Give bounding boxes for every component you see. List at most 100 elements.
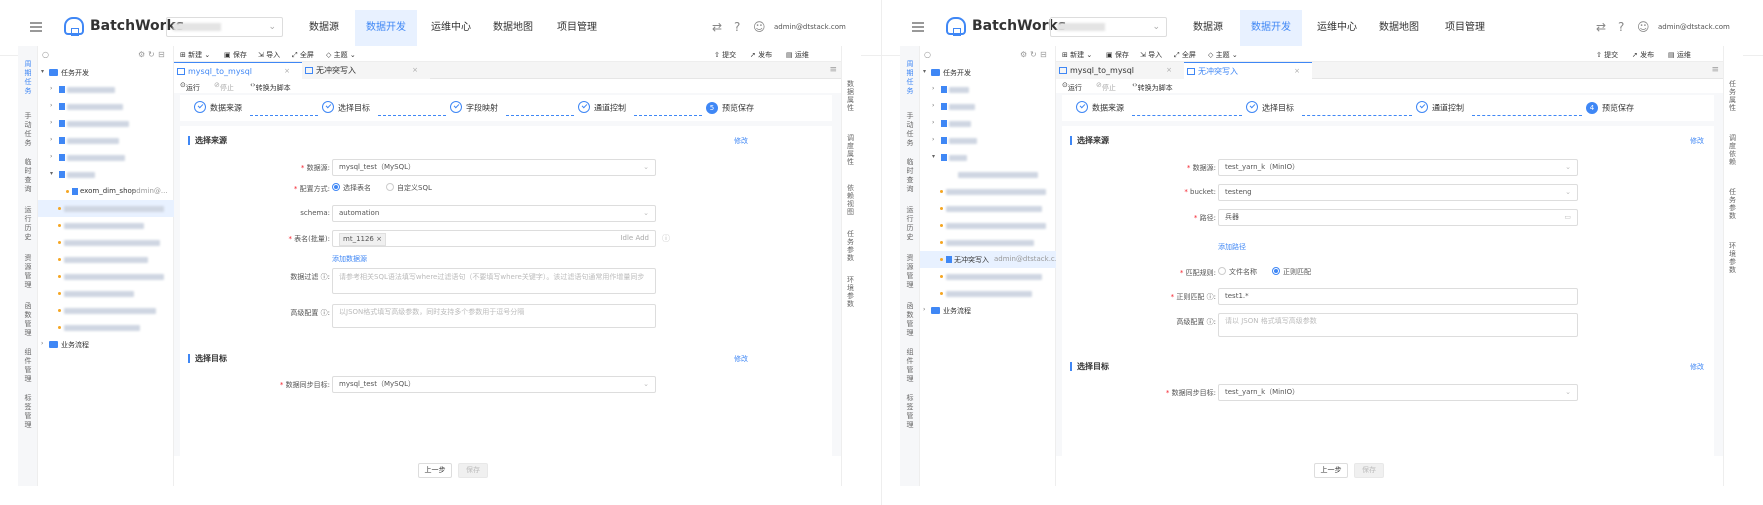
tree-leaf[interactable] <box>38 319 174 336</box>
tree-biz[interactable]: › 业务流程 <box>38 336 174 353</box>
sidebar-item-function[interactable]: 函数管理 <box>22 302 34 338</box>
tree-leaf[interactable] <box>920 268 1056 285</box>
tree-root[interactable]: ▾ 任务开发 <box>38 64 174 81</box>
datasource-select[interactable]: mysql_test（MySQL） ⌄ <box>332 159 656 176</box>
tab-menu-icon[interactable]: ≡ <box>829 65 837 75</box>
tree-leaf[interactable] <box>920 183 1056 200</box>
close-icon[interactable]: × <box>1166 62 1172 79</box>
ops-button[interactable]: ▤ 运维 <box>786 50 809 60</box>
table-multiselect[interactable]: mt_1126 × Idle Add <box>332 230 656 247</box>
sidebar-item-history[interactable]: 运行历史 <box>904 206 916 242</box>
tab-conflict-free-write[interactable]: 无冲突写入 × <box>302 62 430 79</box>
panel-data-props[interactable]: 数据属性 <box>847 80 857 112</box>
add-path-link[interactable]: 添加路径 <box>1218 242 1246 252</box>
tree-item[interactable]: › <box>920 81 1056 98</box>
sidebar-item-manual[interactable]: 手动任务 <box>22 112 34 148</box>
fullscreen-button[interactable]: ⤢ 全屏 <box>1174 50 1196 60</box>
panel-task-params[interactable]: 任务参数 <box>1729 188 1739 220</box>
tree-item[interactable]: › <box>920 98 1056 115</box>
sidebar-item-periodic[interactable]: 周期任务 <box>22 60 34 96</box>
tree-leaf[interactable] <box>38 302 174 319</box>
bucket-select[interactable]: testeng ⌄ <box>1218 184 1578 201</box>
nav-project-mgmt[interactable]: 项目管理 <box>1434 10 1496 46</box>
tab-mysql-to-mysql[interactable]: mysql_to_mysql × <box>1056 62 1184 79</box>
step-5[interactable]: 5 预览保存 <box>706 102 754 114</box>
stop-button[interactable]: ⊘ 停止 <box>1096 81 1116 92</box>
tree-leaf[interactable] <box>38 234 174 251</box>
edit-source-link[interactable]: 修改 <box>1690 136 1704 146</box>
filter-textarea[interactable]: 请参考相关SQL语法填写where过滤语句（不要填写where关键字）。该过滤语… <box>332 268 656 294</box>
convert-script-button[interactable]: ‹› 转换为脚本 <box>1132 81 1173 92</box>
add-datasource-link[interactable]: 添加数据源 <box>332 254 367 264</box>
close-icon[interactable]: × <box>284 63 290 80</box>
collapse-icon[interactable]: ⊟ <box>1040 50 1047 59</box>
user-account[interactable]: admin@dtstack.com <box>774 23 846 31</box>
tab-mysql-to-mysql[interactable]: mysql_to_mysql × <box>174 62 302 79</box>
sidebar-item-tag[interactable]: 标签管理 <box>904 394 916 430</box>
sidebar-item-query[interactable]: 临时查询 <box>22 158 34 194</box>
panel-env-params[interactable]: 环境参数 <box>847 276 857 308</box>
sidebar-item-periodic[interactable]: 周期任务 <box>904 60 916 96</box>
message-icon[interactable]: ☺ <box>753 20 766 34</box>
target-select[interactable]: mysql_test（MySQL） ⌄ <box>332 376 656 393</box>
tab-conflict-free-write[interactable]: 无冲突写入 × <box>1184 62 1312 79</box>
step-1[interactable]: 数据来源 <box>1076 101 1124 114</box>
save-button[interactable]: ▣ 保存 <box>224 50 247 60</box>
sidebar-item-function[interactable]: 函数管理 <box>904 302 916 338</box>
nav-data-map[interactable]: 数据地图 <box>482 10 544 46</box>
prev-button[interactable]: 上一步 <box>418 463 452 478</box>
sidebar-item-history[interactable]: 运行历史 <box>22 206 34 242</box>
language-icon[interactable]: ⇄ <box>1596 20 1606 34</box>
close-icon[interactable]: × <box>412 62 418 79</box>
tree-item[interactable]: › <box>920 132 1056 149</box>
panel-schedule-deps[interactable]: 调度依赖 <box>1729 134 1739 166</box>
collapse-icon[interactable]: ⊟ <box>158 50 165 59</box>
nav-project-mgmt[interactable]: 项目管理 <box>546 10 608 46</box>
advanced-textarea[interactable]: 以JSON格式填写高级参数，同时支持多个参数用于逗号分隔 <box>332 304 656 328</box>
tree-item[interactable]: › <box>38 149 174 166</box>
tree-leaf[interactable] <box>38 200 174 217</box>
tree-item[interactable]: › <box>38 132 174 149</box>
refresh-icon[interactable]: ↻ <box>1030 50 1037 59</box>
stop-button[interactable]: ⊘ 停止 <box>214 81 234 92</box>
language-icon[interactable]: ⇄ <box>712 20 722 34</box>
edit-target-link[interactable]: 修改 <box>734 354 748 364</box>
tree-leaf[interactable] <box>920 200 1056 217</box>
tree-root[interactable]: ▾ 任务开发 <box>920 64 1056 81</box>
sidebar-item-resource[interactable]: 资源管理 <box>904 254 916 290</box>
help-icon[interactable]: ? <box>734 20 740 34</box>
settings-icon[interactable]: ⚙ <box>1020 50 1027 59</box>
tree-item[interactable]: › <box>38 81 174 98</box>
step-1[interactable]: 数据来源 <box>194 101 242 114</box>
panel-task-params[interactable]: 任务参数 <box>847 230 857 262</box>
tree-leaf[interactable]: exom_dim_shop admin@... <box>38 183 174 200</box>
import-button[interactable]: ⇲ 导入 <box>258 50 280 60</box>
close-icon[interactable]: × <box>1294 63 1300 80</box>
step-4[interactable]: 4 预览保存 <box>1586 102 1634 114</box>
datasource-select[interactable]: test_yarn_k（MinIO） ⌄ <box>1218 159 1578 176</box>
save-button[interactable]: ▣ 保存 <box>1106 50 1129 60</box>
edit-target-link[interactable]: 修改 <box>1690 362 1704 372</box>
step-2[interactable]: 选择目标 <box>322 101 370 114</box>
tree-leaf[interactable] <box>38 217 174 234</box>
import-button[interactable]: ⇲ 导入 <box>1140 50 1162 60</box>
tree-item[interactable]: › <box>920 115 1056 132</box>
tree-item[interactable]: ▾ <box>920 149 1056 166</box>
nav-ops-center[interactable]: 运维中心 <box>1306 10 1368 46</box>
settings-icon[interactable]: ⚙ <box>138 50 145 59</box>
step-2[interactable]: 选择目标 <box>1246 101 1294 114</box>
ops-button[interactable]: ▤ 运维 <box>1668 50 1691 60</box>
help-icon[interactable]: ? <box>1618 20 1624 34</box>
theme-button[interactable]: ◇ 主题 ⌄ <box>1208 50 1238 60</box>
advanced-textarea[interactable]: 请以 JSON 格式填写高级参数 <box>1218 313 1578 337</box>
edit-source-link[interactable]: 修改 <box>734 136 748 146</box>
tree-leaf[interactable] <box>38 285 174 302</box>
sidebar-item-component[interactable]: 组件管理 <box>22 348 34 384</box>
next-button[interactable]: 保存 <box>458 463 488 478</box>
new-button[interactable]: ⊞ 新建 ⌄ <box>180 50 210 60</box>
tree-leaf[interactable] <box>38 268 174 285</box>
run-button[interactable]: ⊙ 运行 <box>180 81 200 92</box>
user-account[interactable]: admin@dtstack.com <box>1658 23 1730 31</box>
path-input[interactable]: 兵器 ▭ <box>1218 209 1578 226</box>
table-tag[interactable]: mt_1126 × <box>339 233 386 246</box>
